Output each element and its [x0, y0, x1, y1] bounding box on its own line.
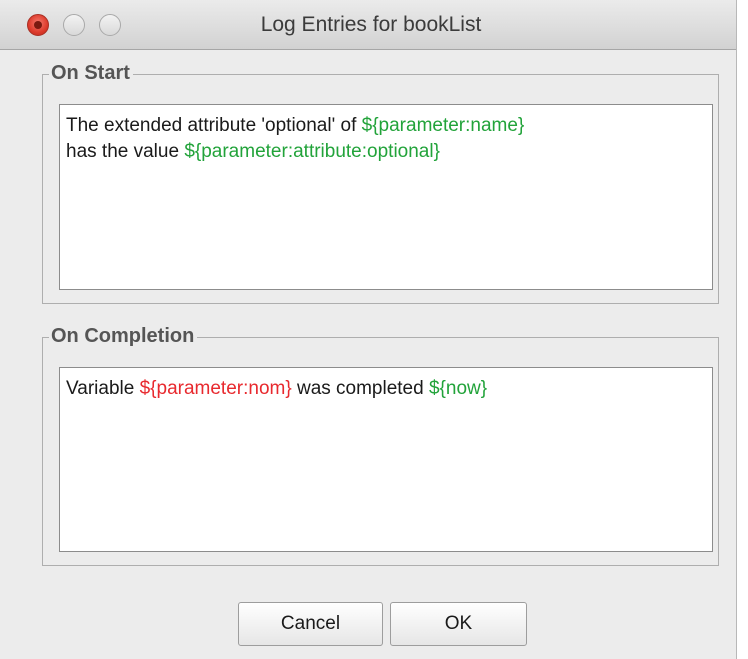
on-completion-group: On Completion Variable ${parameter:nom} … [42, 323, 719, 566]
window-title: Log Entries for bookList [260, 13, 482, 36]
on-completion-heading: On Completion [49, 323, 198, 349]
dialog-window: Log Entries for bookList On Start The ex… [0, 0, 737, 659]
on-start-line1-text: The extended attribute 'optional' of [66, 115, 362, 136]
ok-button[interactable]: OK [390, 602, 527, 646]
cancel-button[interactable]: Cancel [238, 602, 383, 646]
on-completion-now-variable: ${now} [428, 378, 488, 399]
on-completion-invalid-variable: ${parameter:nom} [139, 378, 292, 399]
on-completion-text-b: was completed [291, 378, 429, 399]
on-start-heading: On Start [49, 60, 133, 86]
on-start-line1-variable: ${parameter:name} [361, 115, 525, 136]
on-start-textarea[interactable]: The extended attribute 'optional' of ${p… [59, 104, 713, 290]
on-start-line2-text: has the value [66, 141, 185, 162]
on-completion-textarea[interactable]: Variable ${parameter:nom} was completed … [59, 367, 713, 552]
on-completion-text-a: Variable [66, 378, 140, 399]
on-start-group: On Start The extended attribute 'optiona… [42, 60, 719, 304]
on-start-line2-variable: ${parameter:attribute:optional} [184, 141, 440, 162]
title-bar[interactable]: Log Entries for bookList [0, 0, 736, 50]
